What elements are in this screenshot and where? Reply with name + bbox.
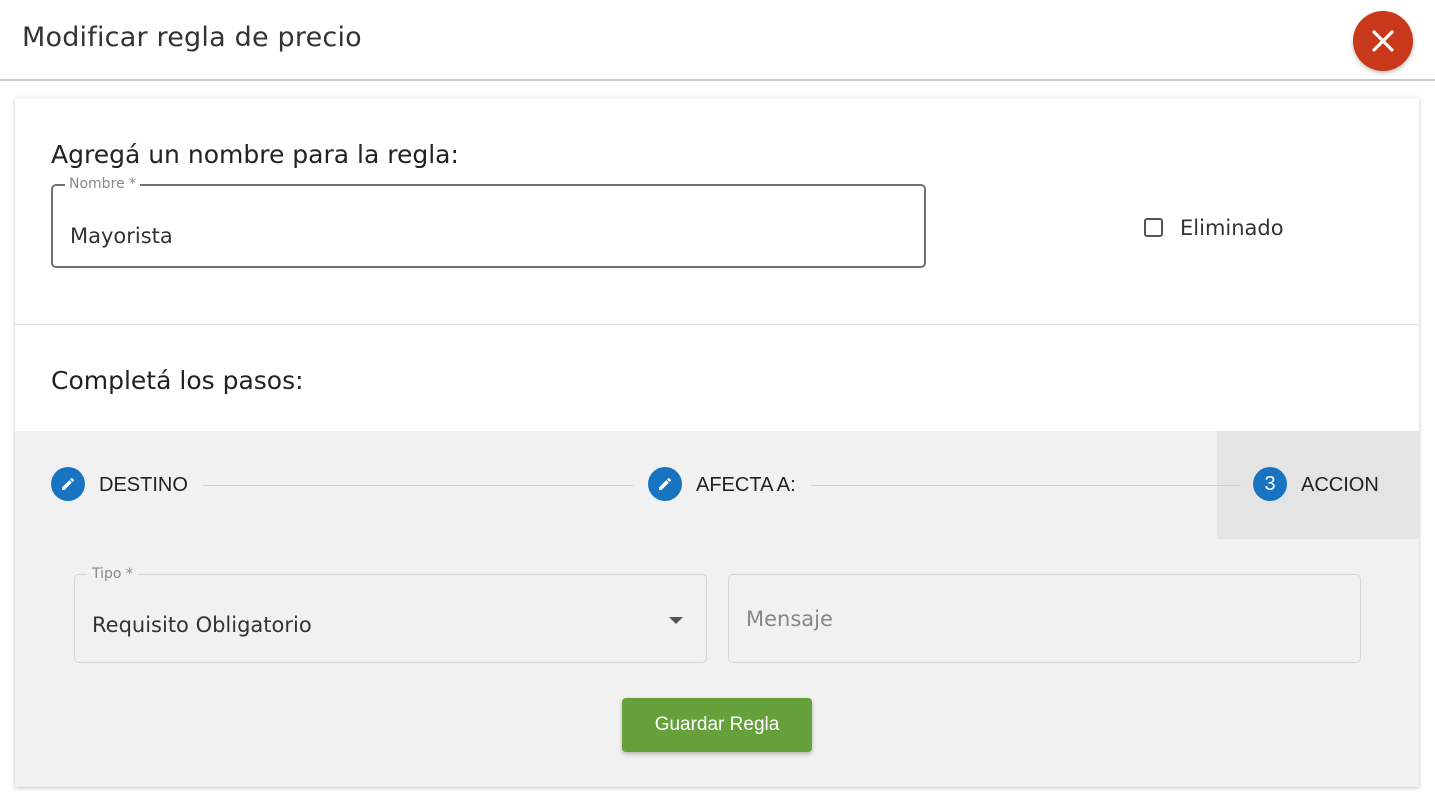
caret-down-icon (669, 617, 683, 624)
steps-section-heading: Completá los pasos: (51, 366, 304, 395)
step-number: 3 (1264, 473, 1276, 495)
step-edit-badge (51, 467, 85, 501)
rule-form-card: Agregá un nombre para la regla: Nombre *… (15, 98, 1419, 787)
save-rule-button[interactable]: Guardar Regla (622, 698, 812, 752)
name-field-value: Mayorista (70, 224, 173, 248)
step-connector (203, 485, 633, 486)
name-field-label: Nombre * (65, 176, 141, 192)
checkbox-icon[interactable] (1144, 218, 1163, 237)
stepper-panel: DESTINO AFECTA A: 3 ACCION Tipo * Requis… (15, 431, 1419, 787)
pencil-icon (659, 477, 672, 490)
section-divider (15, 324, 1419, 325)
tipo-value: Requisito Obligatorio (92, 613, 312, 637)
step-accion[interactable]: 3 ACCION (1253, 467, 1403, 501)
close-button[interactable] (1353, 11, 1413, 71)
tipo-select[interactable]: Tipo * Requisito Obligatorio (74, 566, 707, 663)
step-label: DESTINO (99, 474, 188, 496)
pencil-icon (62, 477, 75, 490)
step-number-badge: 3 (1253, 467, 1287, 501)
dialog-header: Modificar regla de precio (0, 0, 1435, 81)
name-section-heading: Agregá un nombre para la regla: (51, 140, 459, 169)
step-label: ACCION (1301, 474, 1379, 496)
tipo-label: Tipo * (87, 566, 138, 582)
mensaje-input[interactable]: Mensaje (728, 574, 1361, 663)
step-connector (811, 485, 1241, 486)
save-rule-label: Guardar Regla (654, 714, 780, 735)
close-icon (1372, 30, 1394, 52)
mensaje-placeholder: Mensaje (746, 607, 833, 631)
step-label: AFECTA A: (696, 474, 796, 496)
step-edit-badge (648, 467, 682, 501)
name-field[interactable]: Nombre * Mayorista (51, 176, 926, 268)
eliminado-label: Eliminado (1180, 216, 1284, 240)
step-destino[interactable]: DESTINO (51, 467, 211, 501)
step-afecta-a[interactable]: AFECTA A: (648, 467, 818, 501)
dialog-title: Modificar regla de precio (22, 22, 362, 53)
